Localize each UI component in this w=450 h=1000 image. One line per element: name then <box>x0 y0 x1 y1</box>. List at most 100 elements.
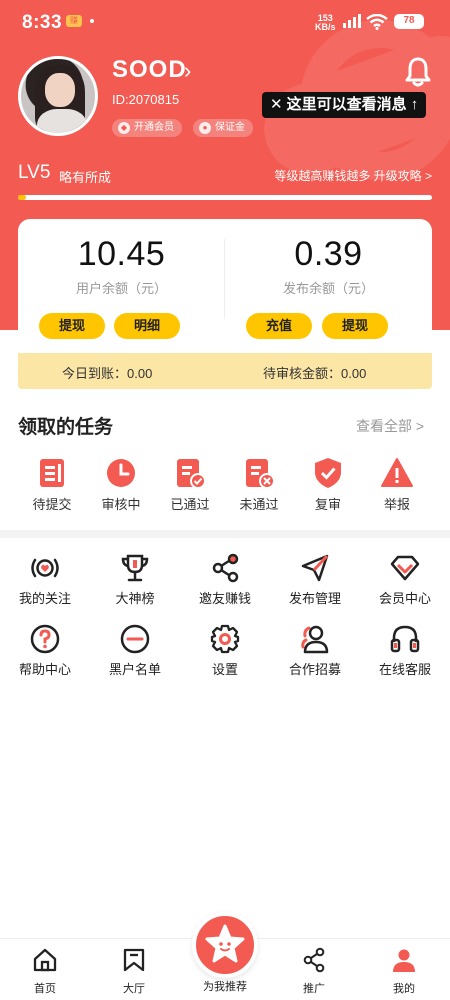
status-time: 8:33 <box>22 12 63 33</box>
task-item-reviewing[interactable]: 审核中 <box>86 456 156 513</box>
coin-icon: ● <box>199 122 211 134</box>
share-icon <box>209 552 241 584</box>
notification-dot <box>90 19 94 23</box>
tool-label: 邀友赚钱 <box>198 591 251 606</box>
task-item-label: 复审 <box>314 497 341 512</box>
tool-label: 大神榜 <box>115 591 155 606</box>
withdraw-button[interactable]: 提现 <box>39 313 105 339</box>
profile-id: ID:2070815 <box>112 92 180 107</box>
wifi-icon <box>366 13 388 35</box>
level-row: LV5 略有所成 等级越高赚钱越多 升级攻略 > <box>18 162 432 186</box>
status-bar: 8:33 赚 153 KB/s 78 <box>0 0 450 44</box>
task-item-pending-submit[interactable]: 待提交 <box>17 456 87 513</box>
battery-indicator: 78 <box>394 14 424 29</box>
detail-button[interactable]: 明细 <box>114 313 180 339</box>
nav-recommend-label: 为我推荐 <box>203 981 247 993</box>
clock-icon <box>104 456 138 490</box>
publish-withdraw-button[interactable]: 提现 <box>322 313 388 339</box>
bell-icon[interactable] <box>404 56 432 88</box>
level-progress-bar <box>18 195 432 200</box>
level-number: LV5 <box>18 162 51 183</box>
avatar-face <box>45 73 75 107</box>
nav-mine[interactable]: 我的 <box>374 947 434 996</box>
vip-badge-label: 开通会员 <box>134 122 174 133</box>
pending-amount: 待审核金额：0.00 <box>263 366 367 381</box>
view-all-tasks-link[interactable]: 查看全部 > <box>356 416 424 436</box>
nav-hall-label: 大厅 <box>123 983 145 995</box>
document-icon <box>35 456 69 490</box>
tool-leaderboard[interactable]: 大神榜 <box>90 552 180 607</box>
headset-icon <box>389 623 421 655</box>
level-progress-fill <box>18 195 27 200</box>
task-item-report[interactable]: 举报 <box>362 456 432 513</box>
vip-badge[interactable]: ◆ 开通会员 <box>112 119 182 137</box>
tool-settings[interactable]: 设置 <box>180 623 270 678</box>
tool-my-follow[interactable]: 我的关注 <box>0 552 90 607</box>
tool-blacklist[interactable]: 黑户名单 <box>90 623 180 678</box>
chevron-right-icon[interactable]: › <box>184 58 191 84</box>
task-item-label: 举报 <box>383 497 410 512</box>
tool-publish-manage[interactable]: 发布管理 <box>270 552 360 607</box>
close-icon[interactable]: ✕ <box>270 96 283 113</box>
nav-recommend-button[interactable] <box>192 912 258 978</box>
tool-label: 我的关注 <box>18 591 71 606</box>
nav-home[interactable]: 首页 <box>15 947 75 996</box>
diamond-icon: ◆ <box>118 122 130 134</box>
tool-label: 合作招募 <box>288 662 341 677</box>
section-divider <box>0 530 450 538</box>
task-item-label: 待提交 <box>32 497 72 512</box>
network-speed: 153 KB/s <box>315 14 336 32</box>
task-item-rejected[interactable]: 未通过 <box>224 456 294 513</box>
message-tooltip[interactable]: ✕ 这里可以查看消息 ↑ <box>262 92 427 118</box>
settlement-bar: 今日到账：0.00 待审核金额：0.00 <box>18 353 432 389</box>
profile-name[interactable]: SOOD <box>112 56 187 84</box>
shield-check-icon <box>311 456 345 490</box>
task-grid: 待提交 审核中 已通过 未通过 复审 举报 <box>0 456 450 516</box>
publish-balance-amount: 0.39 <box>294 235 363 273</box>
nav-home-label: 首页 <box>34 983 56 995</box>
minus-circle-icon <box>119 623 151 655</box>
document-check-icon <box>173 456 207 490</box>
today-arrival: 今日到账：0.00 <box>62 366 153 381</box>
tool-cooperation[interactable]: 合作招募 <box>270 623 360 678</box>
warning-icon <box>380 456 414 490</box>
nav-mine-label: 我的 <box>393 983 415 995</box>
gear-icon <box>209 623 241 655</box>
task-item-label: 审核中 <box>101 497 141 512</box>
upgrade-guide-link[interactable]: 等级越高赚钱越多 升级攻略 > <box>274 167 432 184</box>
tooltip-text: 这里可以查看消息 <box>286 96 407 113</box>
task-item-re-review[interactable]: 复审 <box>293 456 363 513</box>
tool-label: 会员中心 <box>378 591 431 606</box>
profile-page: 8:33 赚 153 KB/s 78 SOOD › ID:2070815 ◆ 开… <box>0 0 450 1000</box>
bookmark-icon <box>123 948 145 972</box>
balance-card: 10.45 用户余额（元） 0.39 发布余额（元） 提现 明细 充值 提现 今… <box>18 219 432 389</box>
diamond-icon <box>389 552 421 584</box>
nav-promote-label: 推广 <box>303 983 325 995</box>
deposit-badge[interactable]: ● 保证金 <box>193 119 253 137</box>
nav-hall[interactable]: 大厅 <box>104 947 164 996</box>
tool-online-service[interactable]: 在线客服 <box>360 623 450 678</box>
tool-label: 帮助中心 <box>18 662 71 677</box>
heart-broadcast-icon <box>29 552 61 584</box>
task-item-label: 未通过 <box>239 497 279 512</box>
app-notification-icon: 赚 <box>66 15 82 27</box>
level-description: 略有所成 <box>59 170 112 185</box>
arrow-up-icon: ↑ <box>410 96 419 113</box>
task-item-approved[interactable]: 已通过 <box>155 456 225 513</box>
home-icon <box>33 948 57 972</box>
tool-member-center[interactable]: 会员中心 <box>360 552 450 607</box>
task-item-label: 已通过 <box>170 497 210 512</box>
document-x-icon <box>242 456 276 490</box>
avatar[interactable] <box>18 56 98 136</box>
tool-invite-earn[interactable]: 邀友赚钱 <box>180 552 270 607</box>
network-speed-unit: KB/s <box>315 22 336 32</box>
user-balance-amount: 10.45 <box>77 235 166 273</box>
publish-balance-label: 发布余额（元） <box>282 281 374 296</box>
nav-promote[interactable]: 推广 <box>284 947 344 996</box>
tool-label: 设置 <box>211 662 238 677</box>
signal-icon <box>343 14 363 33</box>
tool-help-center[interactable]: 帮助中心 <box>0 623 90 678</box>
user-balance-label: 用户余额（元） <box>75 281 167 296</box>
tool-label: 发布管理 <box>288 591 341 606</box>
recharge-button[interactable]: 充值 <box>246 313 312 339</box>
